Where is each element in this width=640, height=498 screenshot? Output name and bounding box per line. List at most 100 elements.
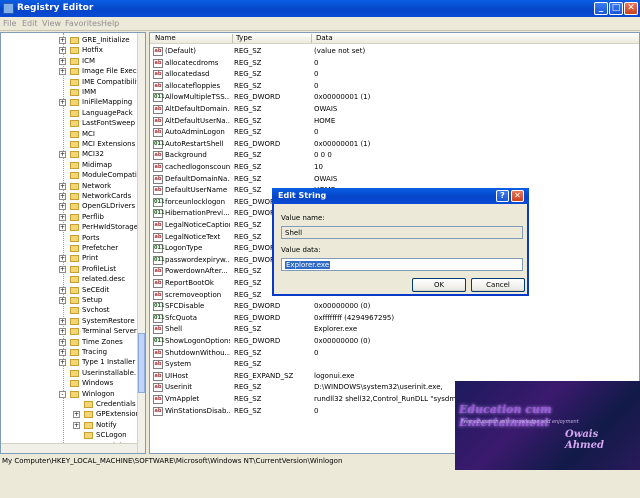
cancel-button[interactable]: Cancel bbox=[471, 278, 525, 292]
tree-item[interactable]: related.desc bbox=[1, 275, 141, 285]
expand-icon[interactable]: + bbox=[59, 57, 66, 65]
registry-value-row[interactable]: ab cachedlogonscount REG_SZ 10 bbox=[150, 162, 639, 173]
tree-item[interactable]: Midimap bbox=[1, 161, 141, 171]
expand-icon[interactable]: + bbox=[59, 151, 66, 159]
registry-value-row[interactable]: ab AltDefaultUserNa... REG_SZ HOME bbox=[150, 116, 639, 127]
tree-item[interactable]: IMM bbox=[1, 88, 141, 98]
dialog-title-bar[interactable]: Edit String ? ✕ bbox=[272, 188, 529, 204]
tree-item[interactable]: + Image File Exec bbox=[1, 67, 141, 77]
expand-icon[interactable]: + bbox=[59, 349, 66, 356]
tree-horizontal-scrollbar[interactable] bbox=[1, 443, 137, 453]
tree-item[interactable]: SCLogon bbox=[1, 431, 141, 441]
registry-value-row[interactable]: 011 ShowLogonOptions REG_DWORD 0x00000000 (… bbox=[150, 336, 639, 347]
tree-item[interactable]: ModuleCompatibi bbox=[1, 171, 143, 181]
expand-icon[interactable]: + bbox=[59, 213, 66, 221]
expand-icon[interactable]: + bbox=[59, 265, 66, 273]
title-bar[interactable]: Registry Editor _ □ ✕ bbox=[0, 0, 640, 17]
tree-item[interactable]: + IniFileMapping bbox=[1, 98, 141, 108]
registry-value-row[interactable]: 011 SFCDisable REG_DWORD 0x00000000 (0) bbox=[150, 301, 639, 312]
registry-value-row[interactable]: ab Shell REG_SZ Explorer.exe bbox=[150, 324, 639, 335]
registry-value-row[interactable]: ab AutoAdminLogon REG_SZ 0 bbox=[150, 127, 639, 138]
expand-icon[interactable]: + bbox=[59, 193, 66, 200]
expand-icon[interactable]: + bbox=[59, 68, 66, 76]
registry-value-row[interactable]: 011 AutoRestartShell REG_DWORD 0x00000001 (… bbox=[150, 139, 639, 150]
tree-item[interactable]: LastFontSweep bbox=[1, 119, 141, 129]
column-header-data[interactable]: Data bbox=[316, 34, 333, 42]
tree-item[interactable]: Credentials bbox=[1, 400, 141, 410]
tree-item[interactable]: + GPExtensior bbox=[1, 410, 141, 420]
tree-item[interactable]: + OpenGLDrivers bbox=[1, 202, 141, 212]
tree-item[interactable]: + Print bbox=[1, 254, 141, 264]
tree-item[interactable]: Ports bbox=[1, 234, 141, 244]
tree-item[interactable]: + Type 1 Installer bbox=[1, 358, 141, 368]
tree-item[interactable]: Svchost bbox=[1, 306, 141, 316]
registry-value-row[interactable]: ab allocatefloppies REG_SZ 0 bbox=[150, 81, 639, 92]
menu-file[interactable]: File bbox=[3, 19, 16, 28]
expand-icon[interactable]: + bbox=[59, 297, 66, 304]
registry-value-row[interactable]: ab ShutdownWithou... REG_SZ 0 bbox=[150, 348, 639, 359]
tree-item[interactable]: + Notify bbox=[1, 421, 141, 431]
tree-item[interactable]: LanguagePack bbox=[1, 109, 141, 119]
close-button[interactable]: ✕ bbox=[624, 2, 638, 15]
expand-icon[interactable]: + bbox=[59, 317, 66, 325]
collapse-icon[interactable]: - bbox=[59, 390, 66, 398]
expand-icon[interactable]: + bbox=[59, 182, 66, 190]
tree-item[interactable]: + SystemRestore bbox=[1, 317, 141, 327]
ok-button[interactable]: OK bbox=[412, 278, 466, 292]
expand-icon[interactable]: + bbox=[59, 37, 66, 44]
tree-item[interactable]: MCI Extensions bbox=[1, 140, 141, 150]
dialog-help-button[interactable]: ? bbox=[496, 190, 509, 202]
tree-item[interactable]: + Setup bbox=[1, 296, 141, 306]
registry-value-row[interactable]: ab System REG_SZ bbox=[150, 359, 639, 370]
registry-value-row[interactable]: ab AltDefaultDomain... REG_SZ OWAIS bbox=[150, 104, 639, 115]
menu-edit[interactable]: Edit bbox=[22, 19, 38, 28]
registry-tree-pane[interactable]: + GRE_Initialize + Hotfix + ICM + Image File Ex… bbox=[0, 32, 146, 454]
expand-icon[interactable]: + bbox=[59, 203, 66, 211]
tree-scroll-thumb[interactable] bbox=[138, 333, 145, 393]
tree-item[interactable]: + Time Zones bbox=[1, 338, 141, 348]
expand-icon[interactable]: + bbox=[59, 255, 66, 263]
registry-value-row[interactable]: 011 SfcQuota REG_DWORD 0xffffffff (42949672… bbox=[150, 313, 639, 324]
tree-item[interactable]: IME Compatibilit bbox=[1, 78, 141, 88]
column-divider[interactable] bbox=[232, 34, 233, 43]
tree-item[interactable]: + Hotfix bbox=[1, 46, 141, 56]
registry-value-row[interactable]: ab (Default) REG_SZ (value not set) bbox=[150, 46, 639, 57]
registry-value-row[interactable]: 011 AllowMultipleTSS... REG_DWORD 0x0000000… bbox=[150, 92, 639, 103]
dialog-close-button[interactable]: ✕ bbox=[511, 190, 524, 202]
expand-icon[interactable]: + bbox=[59, 338, 66, 346]
expand-icon[interactable]: + bbox=[73, 421, 80, 429]
tree-item[interactable]: MCI bbox=[1, 130, 141, 140]
tree-item[interactable]: + SeCEdit bbox=[1, 286, 141, 296]
menu-view[interactable]: View bbox=[42, 19, 61, 28]
menu-help[interactable]: Help bbox=[101, 19, 119, 28]
column-divider[interactable] bbox=[311, 34, 312, 43]
tree-item[interactable]: + PerHwIdStorage bbox=[1, 223, 141, 233]
registry-value-row[interactable]: ab allocatecdroms REG_SZ 0 bbox=[150, 58, 639, 69]
expand-icon[interactable]: + bbox=[59, 224, 66, 232]
tree-item[interactable]: + ProfileList bbox=[1, 265, 141, 275]
tree-item[interactable]: + NetworkCards bbox=[1, 192, 141, 202]
expand-icon[interactable]: + bbox=[59, 47, 66, 55]
tree-item[interactable]: Userinstallable. bbox=[1, 369, 141, 379]
tree-item[interactable]: + MCI32 bbox=[1, 150, 141, 160]
tree-item[interactable]: + Terminal Server bbox=[1, 327, 141, 337]
tree-item[interactable]: + Network bbox=[1, 182, 141, 192]
registry-value-row[interactable]: ab Background REG_SZ 0 0 0 bbox=[150, 150, 639, 161]
expand-icon[interactable]: + bbox=[59, 328, 66, 336]
expand-icon[interactable]: + bbox=[73, 411, 80, 419]
minimize-button[interactable]: _ bbox=[594, 2, 608, 15]
tree-item[interactable]: + Perflib bbox=[1, 213, 141, 223]
tree-item[interactable]: Windows bbox=[1, 379, 141, 389]
registry-value-row[interactable]: ab DefaultDomainNa... REG_SZ OWAIS bbox=[150, 174, 639, 185]
tree-item[interactable]: - Winlogon bbox=[1, 390, 141, 400]
value-data-input[interactable]: Explorer.exe bbox=[281, 258, 523, 271]
menu-favorites[interactable]: Favorites bbox=[65, 19, 101, 28]
column-header-type[interactable]: Type bbox=[236, 34, 252, 42]
expand-icon[interactable]: + bbox=[59, 286, 66, 294]
registry-value-row[interactable]: ab allocatedasd REG_SZ 0 bbox=[150, 69, 639, 80]
tree-item[interactable]: + Tracing bbox=[1, 348, 141, 358]
tree-item[interactable]: + ICM bbox=[1, 57, 141, 67]
expand-icon[interactable]: + bbox=[59, 359, 66, 367]
maximize-button[interactable]: □ bbox=[609, 2, 623, 15]
expand-icon[interactable]: + bbox=[59, 99, 66, 107]
